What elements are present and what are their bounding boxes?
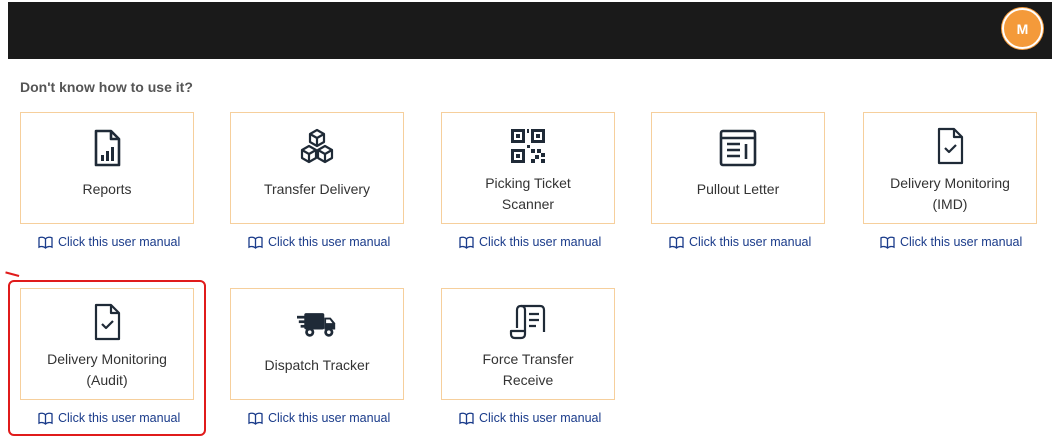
book-open-icon	[459, 412, 474, 425]
card-transfer-delivery[interactable]: Transfer Delivery	[230, 112, 404, 224]
book-open-icon	[38, 236, 53, 249]
top-navbar: M	[8, 2, 1052, 59]
file-check-icon	[930, 123, 970, 169]
user-manual-text: Click this user manual	[689, 235, 812, 249]
qr-code-icon	[508, 123, 548, 169]
card-label: Force Transfer Receive	[482, 351, 574, 388]
book-open-icon	[880, 236, 895, 249]
card-delivery-monitoring-audit[interactable]: Delivery Monitoring (Audit)	[20, 288, 194, 400]
user-manual-link[interactable]: Click this user manual	[38, 235, 180, 249]
card-label: Delivery Monitoring (IMD)	[890, 175, 1010, 212]
card-force-transfer-receive[interactable]: Force Transfer Receive	[441, 288, 615, 400]
card-label: Picking Ticket Scanner	[485, 175, 571, 212]
user-manual-text: Click this user manual	[58, 411, 181, 425]
user-manual-link[interactable]: Click this user manual	[880, 235, 1022, 249]
card-label: Pullout Letter	[696, 181, 780, 197]
book-open-icon	[38, 412, 53, 425]
book-open-icon	[669, 236, 684, 249]
book-open-icon	[248, 412, 263, 425]
card-pullout-letter[interactable]: Pullout Letter	[651, 112, 825, 224]
user-manual-link[interactable]: Click this user manual	[669, 235, 811, 249]
user-manual-link[interactable]: Click this user manual	[459, 411, 601, 425]
card-label: Transfer Delivery	[263, 181, 371, 197]
truck-fast-icon	[297, 301, 337, 347]
book-open-icon	[248, 236, 263, 249]
card-label: Delivery Monitoring (Audit)	[47, 351, 167, 388]
card-label: Dispatch Tracker	[264, 357, 370, 373]
document-layout-icon	[718, 125, 758, 171]
scroll-receipt-icon	[508, 299, 548, 345]
user-manual-text: Click this user manual	[479, 411, 602, 425]
user-manual-link[interactable]: Click this user manual	[248, 411, 390, 425]
user-avatar[interactable]: M	[1002, 8, 1043, 49]
card-label: Reports	[82, 181, 132, 197]
user-manual-link[interactable]: Click this user manual	[459, 235, 601, 249]
user-manual-link[interactable]: Click this user manual	[38, 411, 180, 425]
boxes-icon	[297, 125, 337, 171]
user-manual-link[interactable]: Click this user manual	[248, 235, 390, 249]
user-manual-text: Click this user manual	[268, 235, 391, 249]
file-check-icon	[87, 299, 127, 345]
report-chart-icon	[87, 125, 127, 171]
annotation-mark	[2, 271, 20, 287]
user-manual-text: Click this user manual	[479, 235, 602, 249]
book-open-icon	[459, 236, 474, 249]
user-manual-text: Click this user manual	[900, 235, 1023, 249]
user-manual-text: Click this user manual	[268, 411, 391, 425]
card-delivery-monitoring-imd[interactable]: Delivery Monitoring (IMD)	[863, 112, 1037, 224]
user-manual-text: Click this user manual	[58, 235, 181, 249]
card-reports[interactable]: Reports	[20, 112, 194, 224]
card-dispatch-tracker[interactable]: Dispatch Tracker	[230, 288, 404, 400]
help-heading: Don't know how to use it?	[20, 79, 193, 95]
card-picking-ticket-scanner[interactable]: Picking Ticket Scanner	[441, 112, 615, 224]
